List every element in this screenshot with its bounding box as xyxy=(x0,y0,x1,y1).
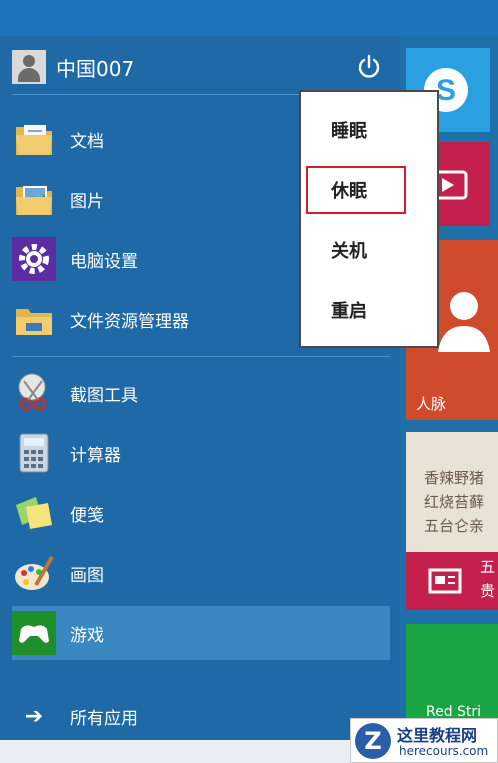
documents-folder-icon xyxy=(16,125,52,155)
food-image-tile[interactable]: 香辣野猪 红烧苔藓 五台仑亲 xyxy=(406,432,498,552)
menu-item-calculator[interactable]: 计算器 xyxy=(12,426,390,480)
top-strip xyxy=(0,0,498,36)
menu-item-label: 便笺 xyxy=(70,505,104,526)
power-icon[interactable] xyxy=(356,54,382,80)
pictures-folder-icon xyxy=(16,186,52,215)
menu-item-label: 电脑设置 xyxy=(70,251,138,272)
watermark-url: herecours.com xyxy=(399,744,489,758)
menu-item-label: 文件资源管理器 xyxy=(70,311,189,332)
file-explorer-icon xyxy=(16,309,52,335)
power-option-restart[interactable]: 重启 xyxy=(301,286,437,334)
snipping-tool-icon xyxy=(18,373,47,411)
news-tile-text-2: 贵 xyxy=(480,582,496,600)
user-avatar-icon xyxy=(12,50,46,84)
menu-item-label: 画图 xyxy=(70,565,104,586)
menu-item-paint[interactable]: 画图 xyxy=(12,546,390,600)
calculator-icon xyxy=(19,433,49,473)
arrow-right-icon: ➔ xyxy=(24,703,44,729)
divider-middle xyxy=(12,356,390,357)
menu-item-label: 计算器 xyxy=(70,445,121,466)
menu-item-label: 游戏 xyxy=(70,625,104,646)
menu-item-snipping-tool[interactable]: 截图工具 xyxy=(12,366,390,420)
watermark-logo-icon: Z xyxy=(355,723,391,759)
pc-settings-gear-icon xyxy=(12,237,56,281)
menu-item-label: 文档 xyxy=(70,131,104,152)
watermark: Z 这里教程网 herecours.com xyxy=(350,718,498,763)
menu-item-label: 截图工具 xyxy=(70,385,138,406)
news-tile-text: 五 xyxy=(480,558,496,576)
power-options-menu: 睡眠 休眠 关机 重启 xyxy=(299,90,439,348)
news-icon xyxy=(428,568,462,594)
people-tile-label: 人脉 xyxy=(416,395,447,413)
all-apps-link[interactable]: ➔ 所有应用 xyxy=(12,700,138,732)
user-name: 中国007 xyxy=(56,56,135,81)
search-bar[interactable] xyxy=(0,740,390,763)
sticky-notes-icon xyxy=(16,497,52,529)
menu-item-sticky-notes[interactable]: 便笺 xyxy=(12,486,390,540)
paint-icon xyxy=(15,556,54,590)
power-option-sleep[interactable]: 睡眠 xyxy=(301,106,437,154)
user-account[interactable]: 中国007 xyxy=(12,50,134,84)
news-tile[interactable]: 五 贵 xyxy=(406,552,498,610)
games-controller-icon xyxy=(12,611,56,655)
menu-item-label: 图片 xyxy=(70,191,104,212)
watermark-title: 这里教程网 xyxy=(397,726,478,745)
power-option-shutdown[interactable]: 关机 xyxy=(301,226,437,274)
menu-item-games[interactable]: 游戏 xyxy=(12,606,390,660)
hibernate-highlight-box xyxy=(306,166,406,214)
all-apps-label: 所有应用 xyxy=(70,708,138,729)
food-menu-text: 香辣野猪 红烧苔藓 五台仑亲 xyxy=(424,469,485,535)
